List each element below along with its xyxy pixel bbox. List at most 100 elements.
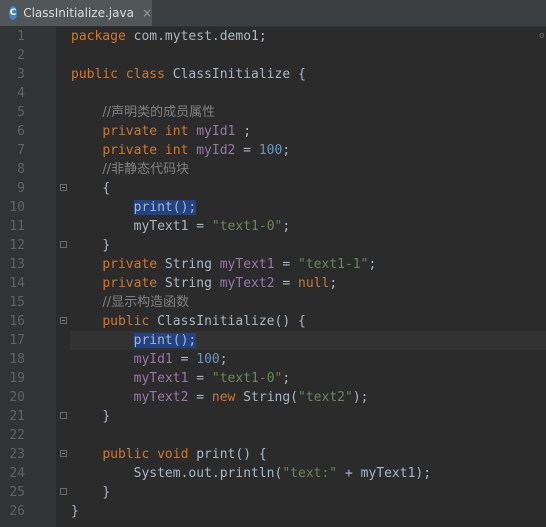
close-icon[interactable]: × (142, 6, 152, 20)
keyword: public class (71, 67, 165, 82)
code-text: ); (352, 390, 369, 405)
code-line: myText1 = "text1-0"; (71, 369, 541, 388)
code-text: ; (368, 257, 377, 272)
code-text: } (102, 409, 111, 424)
line-number: 24 (9, 466, 25, 481)
code-line: System.out.println("text:" + myText1); (71, 464, 541, 483)
operator: = (172, 352, 197, 367)
tab-classinitialize-java[interactable]: C ClassInitialize.java × (0, 0, 152, 26)
code-line: //非静态代码块 (71, 160, 541, 179)
fold-icon[interactable] (60, 317, 67, 324)
keyword: private (102, 276, 158, 291)
line-number: 26 (9, 504, 25, 519)
keyword: null (298, 276, 330, 291)
operator: = (274, 257, 299, 272)
keyword: private (102, 257, 158, 272)
field: myText2 (133, 390, 189, 405)
code-line: } (71, 502, 541, 521)
line-number: 11 (9, 219, 25, 234)
operator: = (188, 390, 212, 405)
line-number: 4 (17, 86, 25, 101)
comment: //显示构造函数 (102, 295, 190, 310)
code-text: ClassInitialize { (164, 67, 306, 82)
comment: //非静态代码块 (102, 162, 190, 177)
keyword: public void (102, 447, 189, 462)
line-number-gutter: 1 2 3 4 5 6 7 8 9 10 11 12 13 14 15 16 1… (0, 27, 56, 527)
code-line: print(); (71, 198, 541, 217)
field: myText2 (219, 276, 275, 291)
field: myText1 (219, 257, 275, 272)
code-line: public class ClassInitialize { (71, 65, 541, 84)
code-text: ); (415, 466, 432, 481)
line-number: 10 (9, 200, 25, 215)
keyword: public (102, 314, 150, 329)
string-literal: "text1-1" (298, 257, 369, 272)
line-number: 6 (17, 124, 25, 139)
operator: = (188, 371, 212, 386)
method-call-highlighted: print(); (133, 333, 197, 348)
string-literal: "text1-0" (211, 371, 283, 386)
line-number: 25 (9, 485, 25, 500)
code-line: public void print() { (71, 445, 541, 464)
number-literal: 100 (258, 143, 283, 158)
fold-icon[interactable] (60, 241, 67, 248)
code-line: print(); (71, 331, 541, 350)
code-text: ; (219, 352, 228, 367)
code-text: { (102, 181, 111, 196)
line-number: 7 (17, 143, 25, 158)
line-number: 19 (9, 371, 25, 386)
type: String (157, 276, 220, 291)
code-line: private String myText2 = null; (71, 274, 541, 293)
code-text: ; (329, 276, 338, 291)
code-line: myText2 = new String("text2"); (71, 388, 541, 407)
code-line: } (71, 483, 541, 502)
code-line: //显示构造函数 (71, 293, 541, 312)
string-literal: "text:" (282, 466, 338, 481)
code-line: private String myText1 = "text1-1"; (71, 255, 541, 274)
code-text: } (102, 238, 111, 253)
line-number: 8 (17, 162, 25, 177)
keyword: new (211, 390, 236, 405)
line-number: 5 (17, 105, 25, 120)
line-number: 12 (9, 238, 25, 253)
field: myId1 (133, 352, 173, 367)
java-class-icon: C (9, 6, 18, 20)
fold-icon[interactable] (60, 412, 67, 419)
code-line: } (71, 407, 541, 426)
code-line: myText1 = "text1-0"; (71, 217, 541, 236)
fold-icon[interactable] (60, 184, 67, 191)
line-number: 14 (9, 276, 25, 291)
keyword: private int (102, 143, 189, 158)
line-number: 9 (17, 181, 25, 196)
method-call-highlighted: print(); (133, 200, 197, 215)
keyword: package (71, 29, 126, 44)
code-text: myText1 = (133, 219, 212, 234)
string-literal: "text2" (298, 390, 353, 405)
tab-title: ClassInitialize.java (23, 6, 134, 20)
line-number: 21 (9, 409, 25, 424)
field: myId2 (196, 143, 236, 158)
line-number: 23 (9, 447, 25, 462)
operator: + (337, 466, 361, 481)
code-text: myText1 (360, 466, 416, 481)
line-number: 22 (9, 428, 25, 443)
code-line: package com.mytest.demo1; (71, 27, 541, 46)
fold-icon[interactable] (60, 450, 67, 457)
line-number: 13 (9, 257, 25, 272)
code-text: com.mytest.demo1; (125, 29, 267, 44)
line-number: 3 (17, 67, 25, 82)
fold-icon[interactable] (60, 488, 67, 495)
type: String (157, 257, 220, 272)
code-line: { (71, 179, 541, 198)
code-line: myId1 = 100; (71, 350, 541, 369)
code-text: print() { (188, 447, 267, 462)
code-text: System.out.println( (133, 466, 283, 481)
line-number: 1 (17, 29, 25, 44)
code-text: } (102, 485, 111, 500)
code-text: String( (235, 390, 299, 405)
string-literal: "text1-0" (211, 219, 283, 234)
field: myId1 (196, 124, 236, 139)
line-number: 16 (9, 314, 25, 329)
code-text: ; (235, 124, 252, 139)
code-line: private int myId2 = 100; (71, 141, 541, 160)
